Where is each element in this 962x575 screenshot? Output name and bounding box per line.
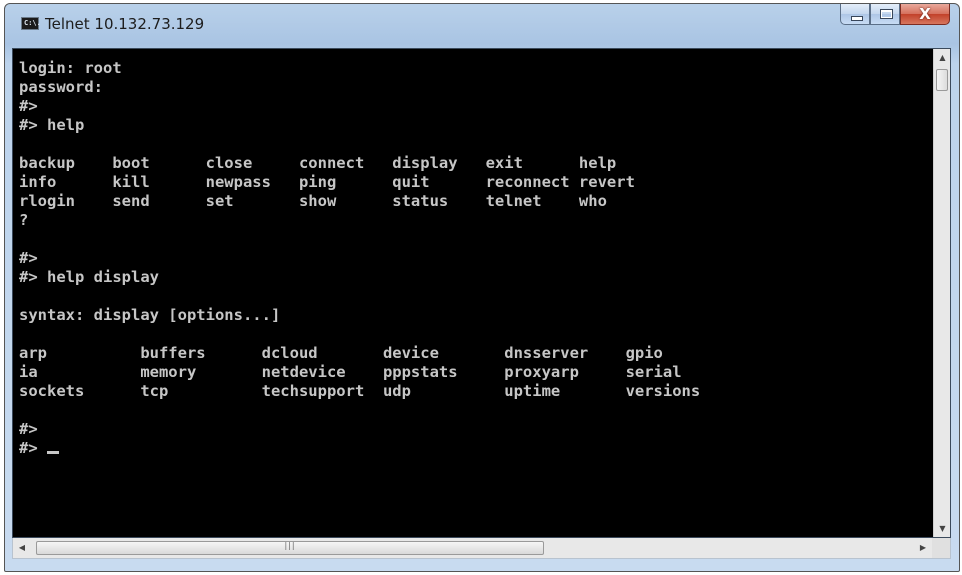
terminal-line: #> help: [19, 116, 85, 134]
terminal-line: info kill newpass ping quit reconnect re…: [19, 173, 635, 191]
vertical-scroll-thumb[interactable]: [936, 69, 948, 91]
maximize-icon: [880, 9, 893, 19]
terminal-line: password:: [19, 78, 103, 96]
console-icon-label: C:\.: [24, 19, 41, 27]
horizontal-scrollbar[interactable]: ◀ ||| ▶: [12, 538, 951, 559]
text-cursor: [47, 451, 59, 454]
telnet-window: C:\. Telnet 10.132.73.129 X login: root …: [4, 3, 960, 572]
close-icon: X: [919, 5, 931, 23]
window-controls: X: [840, 4, 950, 26]
terminal-line: rlogin send set show status telnet who: [19, 192, 607, 210]
terminal-line: #> help display: [19, 268, 159, 286]
minimize-icon: [851, 16, 863, 21]
terminal-line: #>: [19, 97, 38, 115]
horizontal-scroll-thumb[interactable]: |||: [36, 541, 544, 555]
terminal-line: backup boot close connect display exit h…: [19, 154, 617, 172]
terminal-line: #>: [19, 249, 38, 267]
console-icon[interactable]: C:\.: [21, 17, 41, 30]
title-bar[interactable]: C:\. Telnet 10.132.73.129 X: [5, 4, 959, 48]
terminal-output: login: root password: #> #> help backup …: [19, 59, 700, 458]
scroll-down-arrow-icon[interactable]: ▼: [934, 520, 951, 537]
terminal-area[interactable]: login: root password: #> #> help backup …: [12, 48, 951, 538]
terminal-line: syntax: display [options...]: [19, 306, 281, 324]
current-prompt: #>: [19, 439, 47, 457]
close-button[interactable]: X: [900, 4, 950, 25]
scroll-right-arrow-icon[interactable]: ▶: [914, 538, 932, 558]
terminal-line: ia memory netdevice pppstats proxyarp se…: [19, 363, 682, 381]
terminal-line: ?: [19, 211, 29, 229]
terminal-line: arp buffers dcloud device dnsserver gpio: [19, 344, 663, 362]
scroll-up-arrow-icon[interactable]: ▲: [934, 49, 951, 66]
minimize-button[interactable]: [840, 4, 870, 25]
terminal-line: sockets tcp techsupport udp uptime versi…: [19, 382, 701, 400]
resize-grip-icon[interactable]: [932, 538, 950, 558]
vertical-scrollbar[interactable]: ▲ ▼: [933, 49, 950, 537]
terminal-line: login: root: [19, 59, 122, 77]
terminal-line: #>: [19, 420, 38, 438]
scroll-grip-icon: |||: [284, 541, 296, 550]
scroll-left-arrow-icon[interactable]: ◀: [13, 538, 31, 558]
terminal-lines: login: root password: #> #> help backup …: [19, 59, 700, 438]
window-title: Telnet 10.132.73.129: [45, 15, 205, 33]
maximize-button[interactable]: [870, 4, 900, 25]
